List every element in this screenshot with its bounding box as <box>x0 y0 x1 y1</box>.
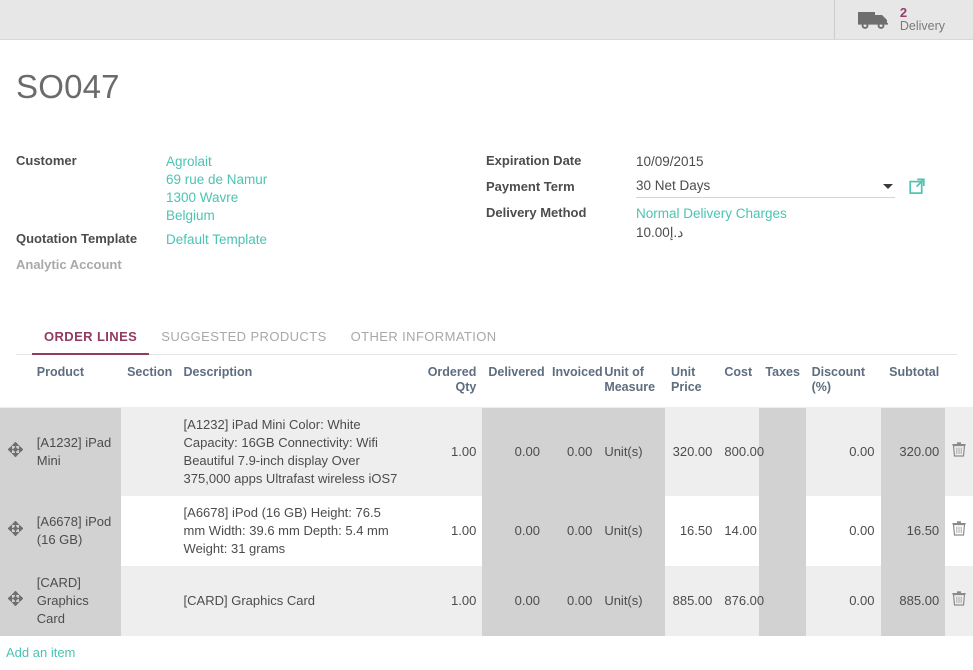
th-handle <box>0 355 31 408</box>
cell-discount[interactable]: 0.00 <box>806 496 881 566</box>
stat-button-bar: 2 Delivery <box>0 0 973 40</box>
cell-unit-price[interactable]: 16.50 <box>665 496 718 566</box>
th-unit-of-measure: Unit of Measure <box>598 355 665 408</box>
quotation-template-link[interactable]: Default Template <box>166 231 267 249</box>
cell-description[interactable]: [A1232] iPad Mini Color: White Capacity:… <box>178 408 410 497</box>
payment-term-combobox[interactable] <box>636 177 895 198</box>
th-subtotal: Subtotal <box>881 355 946 408</box>
delivery-price: 10.00د.إ <box>636 224 787 242</box>
notebook: ORDER LINES SUGGESTED PRODUCTS OTHER INF… <box>16 325 957 355</box>
th-delivered: Delivered <box>482 355 546 408</box>
add-item-row: Add an item <box>0 636 973 670</box>
th-taxes: Taxes <box>759 355 805 408</box>
th-invoiced: Invoiced <box>546 355 598 408</box>
form-column-right: Expiration Date 10/09/2015 Payment Term <box>486 151 956 281</box>
cell-section[interactable] <box>121 496 177 566</box>
expiration-date-label: Expiration Date <box>486 151 636 168</box>
customer-city-link[interactable]: 1300 Wavre <box>166 189 267 207</box>
th-discount: Discount (%) <box>806 355 881 408</box>
delivery-label: Delivery <box>900 20 945 33</box>
payment-term-input[interactable] <box>636 177 877 195</box>
delete-row-button[interactable] <box>945 496 973 566</box>
table-body: [A1232] iPad Mini [A1232] iPad Mini Colo… <box>0 408 973 670</box>
cell-description[interactable]: [A6678] iPod (16 GB) Height: 76.5 mm Wid… <box>178 496 410 566</box>
th-product: Product <box>31 355 121 408</box>
cell-product[interactable]: [A1232] iPad Mini <box>31 408 121 497</box>
th-ordered-qty: Ordered Qty <box>409 355 482 408</box>
th-delete <box>945 355 973 408</box>
cell-product[interactable]: [A6678] iPod (16 GB) <box>31 496 121 566</box>
page-title: SO047 <box>16 68 957 106</box>
cell-discount[interactable]: 0.00 <box>806 408 881 497</box>
cell-subtotal: 320.00 <box>881 408 946 497</box>
external-link-icon[interactable] <box>909 178 926 198</box>
chevron-down-icon[interactable] <box>883 184 893 189</box>
add-an-item-link[interactable]: Add an item <box>6 645 75 660</box>
truck-icon <box>857 9 891 31</box>
cell-taxes <box>759 408 805 497</box>
payment-term-control <box>636 177 926 198</box>
form-area: Customer Agrolait 69 rue de Namur 1300 W… <box>16 151 957 281</box>
table-row[interactable]: [A6678] iPod (16 GB) [A6678] iPod (16 GB… <box>0 496 973 566</box>
customer-label: Customer <box>16 151 166 168</box>
field-payment-term: Payment Term <box>486 177 956 199</box>
delivery-method-link[interactable]: Normal Delivery Charges <box>636 205 787 223</box>
expiration-date-value[interactable]: 10/09/2015 <box>636 151 704 171</box>
drag-handle-icon[interactable] <box>0 408 31 497</box>
cell-unit-of-measure: Unit(s) <box>598 408 665 497</box>
delivery-stat-text: 2 Delivery <box>900 6 945 33</box>
form-column-left: Customer Agrolait 69 rue de Namur 1300 W… <box>16 151 486 281</box>
cell-ordered-qty[interactable]: 1.00 <box>409 496 482 566</box>
cell-unit-price[interactable]: 320.00 <box>665 408 718 497</box>
cell-unit-of-measure: Unit(s) <box>598 496 665 566</box>
field-expiration-date: Expiration Date 10/09/2015 <box>486 151 956 173</box>
customer-country-link[interactable]: Belgium <box>166 207 267 225</box>
customer-name-link[interactable]: Agrolait <box>166 153 267 171</box>
order-lines-list: Product Section Description Ordered Qty … <box>0 355 973 670</box>
add-item-cell: Add an item <box>0 636 973 670</box>
cell-subtotal: 16.50 <box>881 496 946 566</box>
cell-invoiced: 0.00 <box>546 408 598 497</box>
table-row[interactable]: [A1232] iPad Mini [A1232] iPad Mini Colo… <box>0 408 973 497</box>
delivery-method-value: Normal Delivery Charges 10.00د.إ <box>636 203 787 242</box>
drag-handle-icon[interactable] <box>0 496 31 566</box>
record-sheet: SO047 Customer Agrolait 69 rue de Namur … <box>0 68 973 355</box>
order-lines-table: Product Section Description Ordered Qty … <box>0 355 973 670</box>
customer-street-link[interactable]: 69 rue de Namur <box>166 171 267 189</box>
th-section: Section <box>121 355 177 408</box>
customer-value: Agrolait 69 rue de Namur 1300 Wavre Belg… <box>166 151 267 225</box>
notebook-tabs: ORDER LINES SUGGESTED PRODUCTS OTHER INF… <box>16 325 957 355</box>
delete-row-button[interactable] <box>945 408 973 497</box>
cell-section[interactable] <box>121 408 177 497</box>
cell-taxes <box>759 496 805 566</box>
field-customer: Customer Agrolait 69 rue de Namur 1300 W… <box>16 151 486 225</box>
quotation-template-label: Quotation Template <box>16 229 166 246</box>
cell-delivered: 0.00 <box>482 496 546 566</box>
cell-cost[interactable]: 14.00 <box>718 496 759 566</box>
payment-term-label: Payment Term <box>486 177 636 194</box>
analytic-account-label: Analytic Account <box>16 255 166 272</box>
field-quotation-template: Quotation Template Default Template <box>16 229 486 251</box>
th-description: Description <box>178 355 410 408</box>
field-delivery-method: Delivery Method Normal Delivery Charges … <box>486 203 956 242</box>
cell-cost[interactable]: 800.00 <box>718 408 759 497</box>
cell-ordered-qty[interactable]: 1.00 <box>409 408 482 497</box>
tab-other-information[interactable]: OTHER INFORMATION <box>339 325 509 355</box>
delivery-method-label: Delivery Method <box>486 203 636 220</box>
cell-invoiced: 0.00 <box>546 496 598 566</box>
th-unit-price: Unit Price <box>665 355 718 408</box>
field-analytic-account: Analytic Account <box>16 255 486 277</box>
table-header-row: Product Section Description Ordered Qty … <box>0 355 973 408</box>
delivery-count: 2 <box>900 6 945 20</box>
th-cost: Cost <box>718 355 759 408</box>
tab-order-lines[interactable]: ORDER LINES <box>32 325 149 355</box>
delivery-stat-button[interactable]: 2 Delivery <box>834 0 973 39</box>
quotation-template-value: Default Template <box>166 229 267 249</box>
cell-delivered: 0.00 <box>482 408 546 497</box>
tab-suggested-products[interactable]: SUGGESTED PRODUCTS <box>149 325 338 355</box>
